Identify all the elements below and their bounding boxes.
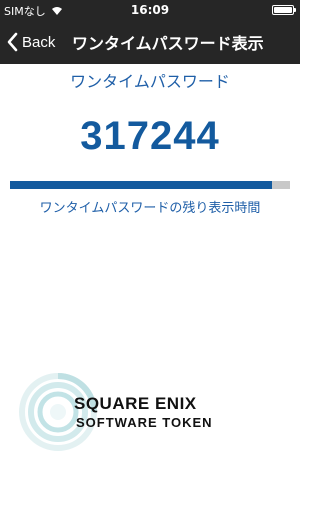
navigation-bar: Back ワンタイムパスワード表示: [0, 20, 300, 64]
status-time: 16:09: [130, 3, 170, 17]
chevron-left-icon: [7, 32, 18, 52]
back-button[interactable]: Back: [6, 20, 55, 64]
back-label: Back: [22, 33, 56, 51]
remaining-time-progress: [10, 181, 290, 189]
otp-heading: ワンタイムパスワード: [70, 72, 230, 91]
status-bar: SIMなし 16:09: [0, 0, 300, 20]
square-enix-logo: SQUARE ENIX SOFTWARE TOKEN: [18, 372, 278, 452]
remaining-time-label: ワンタイムパスワードの残り表示時間: [39, 201, 261, 216]
page-title: ワンタイムパスワード表示: [72, 34, 264, 53]
otp-value: 317244: [80, 114, 220, 158]
logo-line-1: SQUARE ENIX: [74, 394, 197, 413]
battery-icon: [272, 5, 296, 15]
logo-line-2: SOFTWARE TOKEN: [76, 415, 213, 430]
remaining-time-progress-fill: [10, 181, 272, 189]
